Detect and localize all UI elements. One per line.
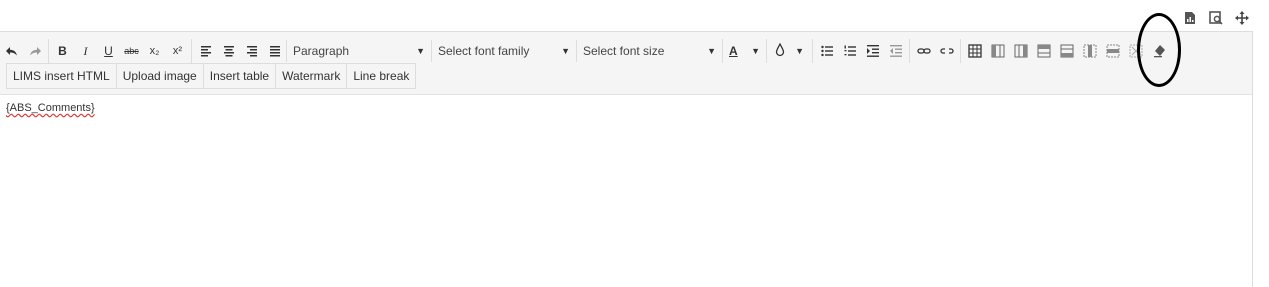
toolbar-separator	[812, 39, 813, 63]
toolbar-separator	[191, 39, 192, 63]
align-left-icon[interactable]	[194, 39, 217, 63]
insert-column-right-icon[interactable]	[1009, 39, 1032, 63]
align-center-icon[interactable]	[217, 39, 240, 63]
strikethrough-button[interactable]: abc	[120, 39, 143, 63]
text-color-icon: A	[729, 44, 738, 58]
watermark-button[interactable]: Watermark	[275, 63, 347, 89]
text-color-button[interactable]: A ▼	[722, 39, 766, 63]
table-icon[interactable]	[963, 39, 986, 63]
justify-icon[interactable]	[263, 39, 286, 63]
toolbar-row-2: LIMS insert HTML Upload image Insert tab…	[6, 63, 417, 89]
unlink-icon[interactable]	[935, 39, 958, 63]
block-format-select[interactable]: Paragraph ▼	[286, 40, 431, 62]
top-icons	[1181, 9, 1251, 27]
insert-column-left-icon[interactable]	[986, 39, 1009, 63]
editor-content[interactable]: {ABS_Comments}	[6, 102, 95, 114]
lims-insert-html-button[interactable]: LIMS insert HTML	[6, 63, 116, 89]
toolbar-separator	[960, 39, 961, 63]
highlight-circle-annotation	[1137, 13, 1181, 87]
move-icon[interactable]	[1233, 9, 1251, 27]
chevron-down-icon: ▼	[416, 46, 425, 56]
bold-button[interactable]: B	[51, 39, 74, 63]
chevron-down-icon: ▼	[561, 46, 570, 56]
font-family-value: Select font family	[438, 44, 530, 58]
bullet-list-icon[interactable]	[815, 39, 838, 63]
redo-icon[interactable]	[23, 39, 46, 63]
link-icon[interactable]	[912, 39, 935, 63]
chevron-down-icon: ▼	[795, 46, 804, 56]
toolbar-row-1: B I U abc x₂ x² Paragraph ▼ Select font …	[0, 38, 1170, 64]
background-color-button[interactable]: ▼	[766, 39, 810, 63]
editor-toolbar: B I U abc x₂ x² Paragraph ▼ Select font …	[0, 32, 1252, 95]
upload-image-button[interactable]: Upload image	[115, 63, 203, 89]
subscript-button[interactable]: x₂	[143, 39, 166, 63]
content-text: {ABS_Comments}	[6, 102, 95, 114]
chevron-down-icon: ▼	[751, 46, 760, 56]
insert-row-below-icon[interactable]	[1055, 39, 1078, 63]
document-chart-icon[interactable]	[1181, 9, 1199, 27]
insert-table-button[interactable]: Insert table	[202, 63, 276, 89]
chevron-down-icon: ▼	[707, 46, 716, 56]
delete-column-icon[interactable]	[1078, 39, 1101, 63]
align-right-icon[interactable]	[240, 39, 263, 63]
undo-icon[interactable]	[0, 39, 23, 63]
insert-row-above-icon[interactable]	[1032, 39, 1055, 63]
superscript-button[interactable]: x²	[166, 39, 189, 63]
underline-button[interactable]: U	[97, 39, 120, 63]
font-size-value: Select font size	[583, 44, 665, 58]
indent-icon[interactable]	[861, 39, 884, 63]
drop-icon	[773, 42, 787, 60]
outdent-icon[interactable]	[884, 39, 907, 63]
preview-search-icon[interactable]	[1207, 9, 1225, 27]
line-break-button[interactable]: Line break	[346, 63, 417, 89]
toolbar-separator	[909, 39, 910, 63]
rich-text-editor: B I U abc x₂ x² Paragraph ▼ Select font …	[0, 31, 1253, 287]
delete-row-icon[interactable]	[1101, 39, 1124, 63]
toolbar-separator	[48, 39, 49, 63]
numbered-list-icon[interactable]	[838, 39, 861, 63]
block-format-value: Paragraph	[293, 44, 350, 58]
font-family-select[interactable]: Select font family ▼	[431, 40, 576, 62]
italic-button[interactable]: I	[74, 39, 97, 63]
font-size-select[interactable]: Select font size ▼	[576, 40, 722, 62]
